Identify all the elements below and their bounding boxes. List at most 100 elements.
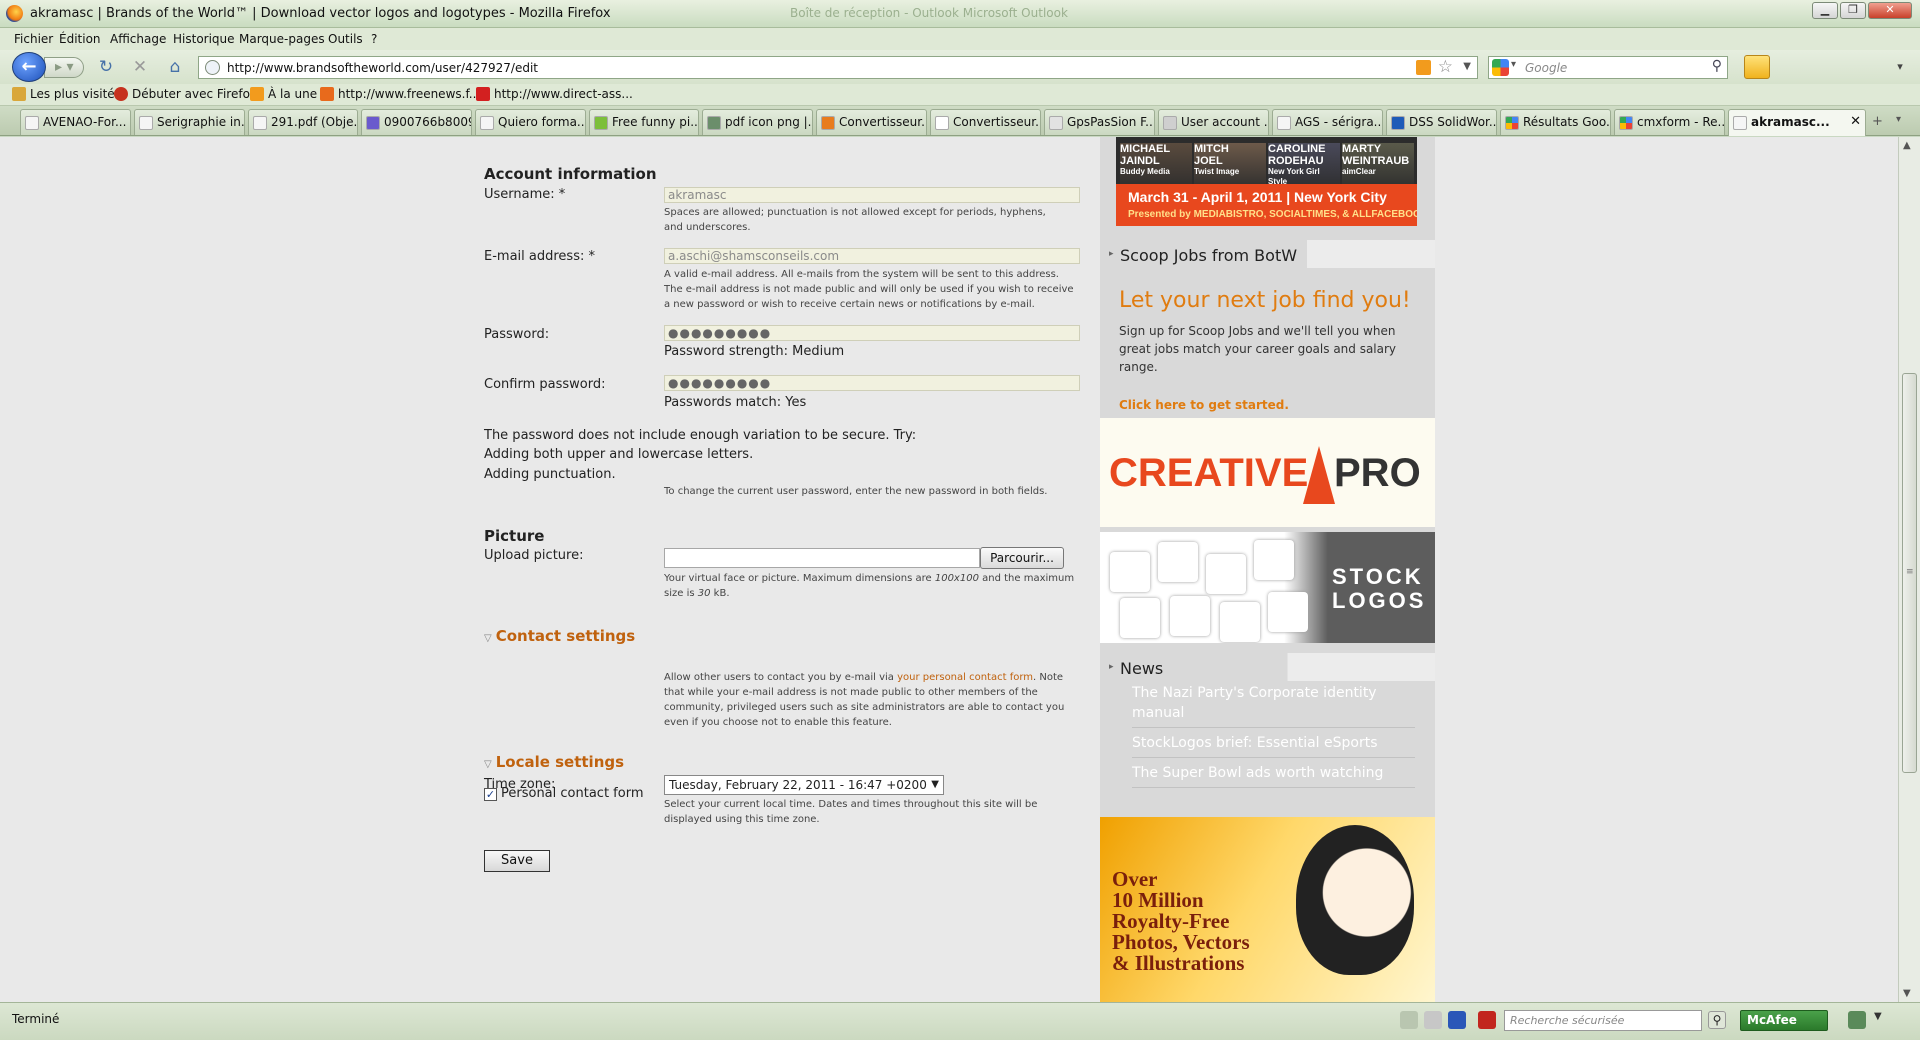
photos-ad[interactable]: Over 10 Million Royalty-Free Photos, Vec… <box>1100 817 1435 1002</box>
download-icon[interactable] <box>1448 1011 1466 1029</box>
scroll-down-icon[interactable]: ▼ <box>1903 988 1911 999</box>
menu-marque-pages[interactable]: Marque-pages <box>239 32 325 46</box>
chevron-down-icon[interactable]: ▼ <box>1874 1011 1892 1029</box>
upload-picture-input[interactable] <box>664 548 980 568</box>
tab[interactable]: 291.pdf (Obje... <box>248 109 358 135</box>
tab[interactable]: DSS SolidWor... <box>1386 109 1497 135</box>
mcafee-badge[interactable]: McAfee <box>1740 1010 1828 1031</box>
save-button[interactable]: Save <box>484 850 550 872</box>
tab[interactable]: Quiero forma... <box>475 109 586 135</box>
password-input[interactable]: ●●●●●●●●● <box>664 325 1080 341</box>
collapse-triangle-icon[interactable]: ▽ <box>484 759 492 770</box>
search-icon[interactable]: ⚲ <box>1712 58 1722 74</box>
tab[interactable]: GpsPasSion F... <box>1044 109 1155 135</box>
addon-icon[interactable] <box>1424 1011 1442 1029</box>
menu-fichier[interactable]: Fichier <box>14 32 53 46</box>
logo-tile <box>1110 552 1150 592</box>
vertical-scrollbar[interactable]: ▲ ≡ ▼ <box>1898 137 1920 1002</box>
bookmark-star-icon[interactable]: ☆ <box>1438 57 1453 77</box>
tab[interactable]: AGS - sérigra... <box>1272 109 1383 135</box>
direct-assurance-icon <box>476 87 490 101</box>
tab-list-dropdown-icon[interactable]: ▾ <box>1896 114 1901 125</box>
tab[interactable]: AVENAO-For... <box>20 109 131 135</box>
menu-outils[interactable]: Outils <box>328 32 363 46</box>
maximize-button[interactable]: ❐ <box>1840 2 1866 19</box>
tab[interactable]: 0900766b8009... <box>361 109 472 135</box>
photos-ad-line: & Illustrations <box>1112 951 1245 975</box>
contact-form-link[interactable]: your personal contact form <box>897 672 1033 683</box>
speaker-name: RODEHAU <box>1268 155 1324 167</box>
forward-button[interactable]: ▸ ▾ <box>44 57 84 78</box>
contact-settings-legend[interactable]: ▽ Contact settings <box>484 627 635 645</box>
scroll-up-icon[interactable]: ▲ <box>1903 140 1911 151</box>
menu-historique[interactable]: Historique <box>173 32 235 46</box>
tab[interactable]: pdf icon png |... <box>702 109 813 135</box>
url-history-dropdown-icon[interactable]: ▼ <box>1463 61 1471 72</box>
new-tab-icon[interactable]: + <box>1872 114 1883 129</box>
diamond-icon <box>366 116 380 130</box>
chevron-right-icon: ▸ <box>1109 249 1114 259</box>
news-link[interactable]: The Super Bowl ads worth watching <box>1132 763 1415 788</box>
tab[interactable]: Serigraphie in... <box>134 109 245 135</box>
url-text[interactable]: http://www.brandsoftheworld.com/user/427… <box>227 61 538 75</box>
timezone-select[interactable]: Tuesday, February 22, 2011 - 16:47 +0200… <box>664 775 944 795</box>
engine-dropdown-icon[interactable]: ▾ <box>1511 59 1516 70</box>
logo-tile <box>1206 554 1246 594</box>
browse-button[interactable]: Parcourir... <box>980 547 1064 569</box>
bookmark-item[interactable]: http://www.direct-ass... <box>476 87 633 101</box>
news-link[interactable]: The Nazi Party's Corporate identity manu… <box>1132 683 1415 728</box>
search-placeholder[interactable]: Google <box>1525 61 1567 75</box>
url-bar[interactable]: http://www.brandsoftheworld.com/user/427… <box>198 56 1478 79</box>
chevron-down-icon[interactable]: ▼ <box>931 776 939 794</box>
menu-help[interactable]: ? <box>371 32 377 46</box>
mcafee-shield-icon[interactable] <box>1478 1011 1496 1029</box>
window-title: akramasc | Brands of the World™ | Downlo… <box>30 6 611 21</box>
locale-settings-legend[interactable]: ▽ Locale settings <box>484 753 624 771</box>
bookmark-item[interactable]: Les plus visités <box>12 87 121 101</box>
search-icon[interactable]: ⚲ <box>1708 1011 1726 1029</box>
jobs-text: Sign up for Scoop Jobs and we'll tell yo… <box>1119 324 1397 374</box>
jobs-headline[interactable]: Let your next job find you! <box>1119 288 1411 313</box>
rss-feed-icon[interactable] <box>1416 60 1431 75</box>
menu-edition[interactable]: Édition <box>59 32 101 46</box>
toolbar-overflow-icon[interactable]: ▾ <box>1890 57 1910 77</box>
search-bar[interactable]: ▾ Google ⚲ <box>1488 56 1728 79</box>
collapse-triangle-icon[interactable]: ▽ <box>484 633 492 644</box>
google-engine-icon[interactable] <box>1492 59 1509 76</box>
secure-search-input[interactable]: Recherche sécurisée <box>1504 1010 1702 1031</box>
creativepro-ad[interactable]: CREATIVE PRO <box>1100 418 1435 527</box>
confirm-password-input[interactable]: ●●●●●●●●● <box>664 375 1080 391</box>
jobs-link[interactable]: Click here to get started. <box>1119 398 1289 412</box>
reload-icon[interactable]: ↻ <box>96 57 116 77</box>
speaker-name: MITCH <box>1194 143 1229 155</box>
tab[interactable]: Free funny pi... <box>589 109 699 135</box>
email-input[interactable]: a.aschi@shamsconseils.com <box>664 248 1080 264</box>
close-window-button[interactable]: ✕ <box>1868 2 1912 19</box>
stocklogos-ad[interactable]: STOCK LOGOS <box>1100 532 1435 643</box>
tab[interactable]: cmxform - Re... <box>1614 109 1725 135</box>
tab[interactable]: User account ... <box>1158 109 1269 135</box>
tab-active[interactable]: akramasc... ✕ <box>1728 109 1866 136</box>
tab[interactable]: Résultats Goo... <box>1500 109 1611 135</box>
home-icon[interactable]: ⌂ <box>165 57 185 77</box>
close-tab-icon[interactable]: ✕ <box>1850 114 1861 129</box>
back-button[interactable]: ← <box>12 52 46 82</box>
minimize-button[interactable]: ▁ <box>1812 2 1838 19</box>
creativepro-text: CREATIVE <box>1109 451 1309 495</box>
news-header: ▸ News <box>1100 653 1435 681</box>
tab[interactable]: Convertisseur... <box>816 109 927 135</box>
news-link[interactable]: StockLogos brief: Essential eSports <box>1132 733 1415 758</box>
photos-ad-text: Over 10 Million Royalty-Free Photos, Vec… <box>1112 869 1250 974</box>
site-identity-icon[interactable] <box>205 60 220 75</box>
bookmark-item[interactable]: À la une <box>250 87 317 101</box>
menu-affichage[interactable]: Affichage <box>110 32 166 46</box>
bookmark-item[interactable]: http://www.freenews.f... <box>320 87 480 101</box>
stop-icon[interactable]: ✕ <box>130 57 150 77</box>
tab[interactable]: Convertisseur... <box>930 109 1041 135</box>
bookmark-item[interactable]: Débuter avec Firefox <box>114 87 257 101</box>
username-input[interactable]: akramasc <box>664 187 1080 203</box>
conference-ad-banner[interactable]: MICHAEL JAINDL Buddy Media MITCH JOEL Twist … <box>1116 137 1417 226</box>
addon-icon[interactable] <box>1848 1011 1866 1029</box>
addon-icon[interactable] <box>1400 1011 1418 1029</box>
folder-icon[interactable] <box>1744 55 1770 79</box>
